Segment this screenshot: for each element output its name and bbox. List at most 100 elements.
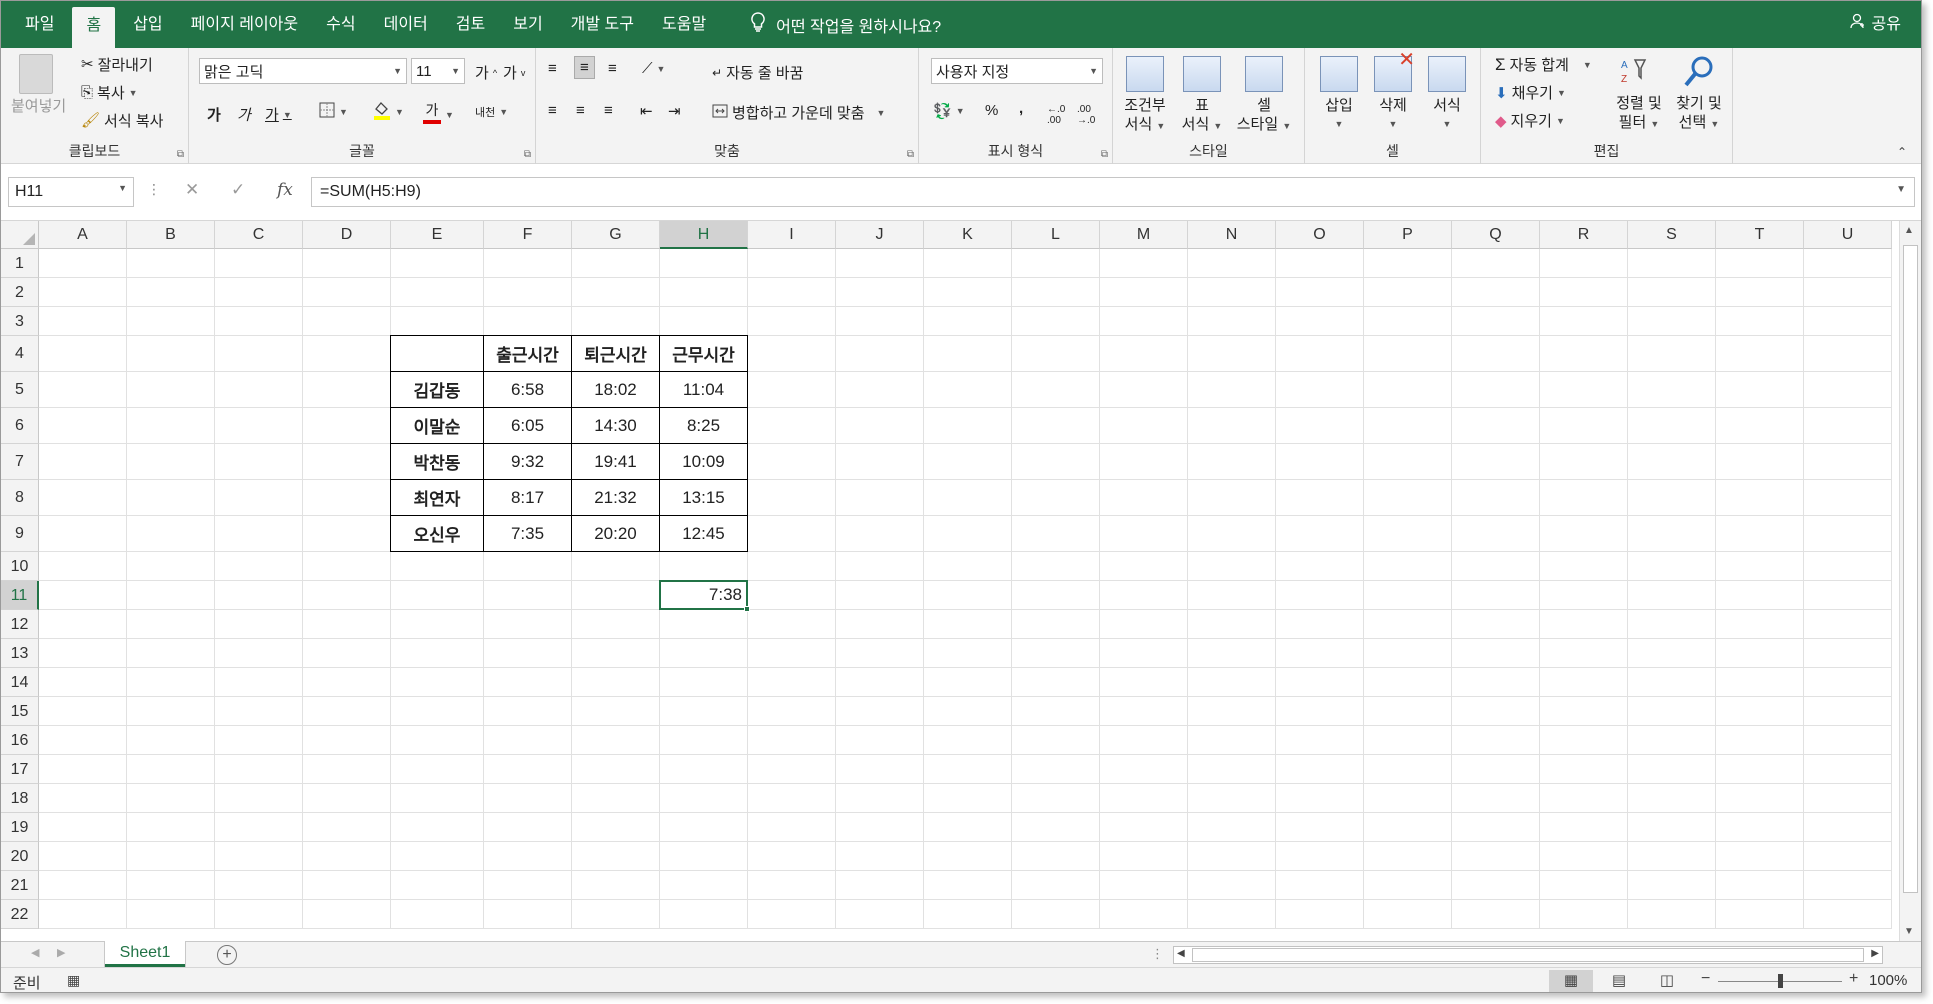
italic-button[interactable]: 가 bbox=[237, 104, 251, 125]
fill-handle[interactable] bbox=[744, 606, 750, 612]
row-header-1[interactable]: 1 bbox=[1, 249, 39, 278]
align-bottom-button[interactable]: ≡ bbox=[608, 60, 617, 77]
row-header-18[interactable]: 18 bbox=[1, 784, 39, 813]
column-header-e[interactable]: E bbox=[391, 221, 484, 249]
table-time-cell[interactable]: 8:25 bbox=[659, 407, 748, 444]
tab-data[interactable]: 데이터 bbox=[370, 1, 442, 48]
share-button[interactable]: 공유 bbox=[1849, 1, 1901, 48]
zoom-in-icon[interactable]: + bbox=[1849, 970, 1858, 988]
format-painter-button[interactable]: 🖌 서식 복사 bbox=[81, 110, 163, 131]
dialog-launcher-icon[interactable]: ⧉ bbox=[907, 149, 914, 160]
normal-view-button[interactable]: ▦ bbox=[1549, 970, 1593, 992]
row-header-15[interactable]: 15 bbox=[1, 697, 39, 726]
table-row-name-cell[interactable]: 김갑동 bbox=[390, 371, 484, 408]
table-row-name-cell[interactable]: 오신우 bbox=[390, 515, 484, 552]
format-cells-button[interactable]: 서식 ▼ bbox=[1423, 56, 1471, 134]
formula-input[interactable]: =SUM(H5:H9) ▼ bbox=[311, 177, 1915, 207]
selected-cell-h11[interactable]: 7:38 bbox=[659, 580, 748, 610]
row-header-9[interactable]: 9 bbox=[1, 516, 39, 552]
grow-font-button[interactable]: 가 ^ bbox=[475, 62, 497, 83]
horizontal-scroll-thumb[interactable] bbox=[1192, 948, 1864, 962]
increase-indent-button[interactable]: ⇥ bbox=[668, 102, 681, 120]
shrink-font-button[interactable]: 가v bbox=[503, 62, 525, 83]
comma-button[interactable]: , bbox=[1019, 100, 1023, 117]
column-header-b[interactable]: B bbox=[127, 221, 215, 249]
table-row-name-cell[interactable]: 박찬동 bbox=[390, 443, 484, 480]
enter-icon[interactable]: ✓ bbox=[231, 180, 245, 200]
table-time-cell[interactable]: 12:45 bbox=[659, 515, 748, 552]
name-box[interactable]: H11 ▼ bbox=[8, 177, 134, 207]
row-header-4[interactable]: 4 bbox=[1, 336, 39, 372]
paste-button[interactable]: 붙여넣기 bbox=[11, 54, 66, 116]
column-header-i[interactable]: I bbox=[748, 221, 836, 249]
zoom-slider-thumb[interactable] bbox=[1778, 974, 1783, 988]
column-header-m[interactable]: M bbox=[1100, 221, 1188, 249]
column-header-s[interactable]: S bbox=[1628, 221, 1716, 249]
sheet-prev-arrow-icon[interactable]: ◀ bbox=[31, 946, 39, 959]
orientation-button[interactable]: ⟋ ▼ bbox=[642, 60, 665, 77]
tab-developer[interactable]: 개발 도구 bbox=[557, 1, 648, 48]
row-header-14[interactable]: 14 bbox=[1, 668, 39, 697]
column-header-f[interactable]: F bbox=[484, 221, 572, 249]
row-header-12[interactable]: 12 bbox=[1, 610, 39, 639]
column-header-p[interactable]: P bbox=[1364, 221, 1452, 249]
fill-color-button[interactable]: ▼ bbox=[373, 100, 404, 124]
number-format-combo[interactable]: 사용자 지정 ▼ bbox=[931, 58, 1103, 84]
row-header-6[interactable]: 6 bbox=[1, 408, 39, 444]
table-header-cell[interactable] bbox=[390, 335, 484, 372]
column-header-t[interactable]: T bbox=[1716, 221, 1804, 249]
vertical-scrollbar[interactable]: ▲ ▼ bbox=[1899, 221, 1921, 941]
autosum-button[interactable]: Σ 자동 합계 ▼ bbox=[1495, 54, 1592, 75]
borders-button[interactable]: ▼ bbox=[319, 102, 348, 122]
table-time-cell[interactable]: 13:15 bbox=[659, 479, 748, 516]
scroll-left-arrow-icon[interactable]: ◀ bbox=[1177, 948, 1185, 959]
vertical-scroll-thumb[interactable] bbox=[1903, 245, 1918, 893]
fill-button[interactable]: ⬇ 채우기 ▼ bbox=[1495, 82, 1566, 103]
select-all-corner[interactable] bbox=[1, 221, 39, 249]
dialog-launcher-icon[interactable]: ⧉ bbox=[1101, 149, 1108, 160]
row-header-19[interactable]: 19 bbox=[1, 813, 39, 842]
font-color-button[interactable]: 가 bbox=[423, 100, 441, 124]
cut-button[interactable]: ✂ 잘라내기 bbox=[81, 54, 153, 75]
table-header-cell[interactable]: 근무시간 bbox=[659, 335, 748, 372]
font-size-combo[interactable]: 11 ▼ bbox=[411, 58, 465, 84]
clear-button[interactable]: ◆ 지우기 ▼ bbox=[1495, 110, 1565, 131]
table-time-cell[interactable]: 7:35 bbox=[483, 515, 572, 552]
table-time-cell[interactable]: 20:20 bbox=[571, 515, 660, 552]
tab-page-layout[interactable]: 페이지 레이아웃 bbox=[177, 1, 313, 48]
dialog-launcher-icon[interactable]: ⧉ bbox=[524, 149, 531, 160]
row-header-22[interactable]: 22 bbox=[1, 900, 39, 929]
row-header-11[interactable]: 11 bbox=[1, 581, 39, 610]
tab-home[interactable]: 홈 bbox=[72, 7, 116, 48]
row-header-2[interactable]: 2 bbox=[1, 278, 39, 307]
table-time-cell[interactable]: 19:41 bbox=[571, 443, 660, 480]
scroll-right-arrow-icon[interactable]: ▶ bbox=[1871, 948, 1879, 959]
align-right-button[interactable]: ≡ bbox=[604, 102, 613, 119]
chevron-down-icon[interactable]: ▼ bbox=[1896, 184, 1906, 195]
zoom-level[interactable]: 100% bbox=[1869, 972, 1907, 989]
align-middle-button[interactable]: ≡ bbox=[574, 56, 595, 79]
resize-handle-icon[interactable]: ⋮ bbox=[147, 181, 161, 198]
format-as-table-button[interactable]: 표 서식 ▼ bbox=[1177, 56, 1227, 136]
column-header-u[interactable]: U bbox=[1804, 221, 1892, 249]
table-time-cell[interactable]: 9:32 bbox=[483, 443, 572, 480]
tab-help[interactable]: 도움말 bbox=[648, 1, 720, 48]
add-sheet-icon[interactable]: + bbox=[217, 945, 237, 965]
sort-filter-button[interactable]: AZ 정렬 및 필터 ▼ bbox=[1611, 54, 1667, 134]
row-header-10[interactable]: 10 bbox=[1, 552, 39, 581]
insert-function-icon[interactable]: fx bbox=[277, 180, 293, 200]
tab-view[interactable]: 보기 bbox=[499, 1, 556, 48]
table-time-cell[interactable]: 14:30 bbox=[571, 407, 660, 444]
table-time-cell[interactable]: 6:58 bbox=[483, 371, 572, 408]
table-time-cell[interactable]: 6:05 bbox=[483, 407, 572, 444]
column-header-h[interactable]: H bbox=[660, 221, 748, 249]
find-select-button[interactable]: 찾기 및 선택 ▼ bbox=[1671, 54, 1727, 134]
tab-insert[interactable]: 삽입 bbox=[119, 1, 176, 48]
row-header-8[interactable]: 8 bbox=[1, 480, 39, 516]
table-time-cell[interactable]: 11:04 bbox=[659, 371, 748, 408]
font-name-combo[interactable]: 맑은 고딕 ▼ bbox=[199, 58, 407, 84]
merge-center-button[interactable]: 병합하고 가운데 맞춤 ▼ bbox=[712, 102, 885, 123]
tell-me-box[interactable]: 어떤 작업을 원하시나요? bbox=[750, 12, 941, 37]
column-header-n[interactable]: N bbox=[1188, 221, 1276, 249]
phonetic-button[interactable]: 내천 ▼ bbox=[475, 104, 508, 120]
